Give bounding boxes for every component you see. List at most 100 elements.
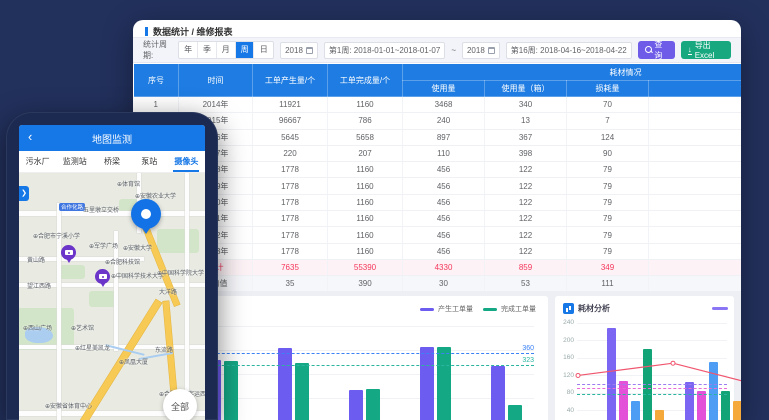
map-label: 黄山路 [27, 255, 45, 264]
road-badge: 合作化路 [59, 203, 85, 211]
year-from-value: 2018 [285, 46, 303, 55]
selected-camera-pin[interactable] [131, 199, 161, 237]
consumable-chart-title-text: 耗材分析 [578, 303, 610, 314]
table-total-row: 合计763555390433085934933 [134, 259, 742, 275]
table-average-row: 平均值35390305311114 [134, 276, 742, 291]
table-cell: 122 [485, 211, 567, 227]
sub-header-1: 使用量 [403, 81, 485, 97]
export-button-label: 导出Excel [695, 40, 724, 60]
phone-tab-桥梁[interactable]: 桥梁 [93, 151, 130, 172]
trend-line [577, 319, 741, 420]
axis-tick-label: 200 [556, 337, 574, 344]
table-cell: 7 [567, 113, 649, 129]
reference-line-label: 323 [522, 357, 534, 364]
table-cell: 1160 [328, 178, 403, 194]
table-cell: 1160 [328, 194, 403, 210]
table-body: 12014年11921116034683407025022015年9666778… [134, 97, 742, 292]
legend-mark [420, 308, 434, 311]
table-row: 72020年177811604561227967 [134, 194, 742, 210]
phone-tab-bar: 污水厂监测站桥梁泵站摄像头 [19, 151, 205, 173]
period-label: 统计周期: [143, 39, 172, 61]
map-label: 东流路 [155, 345, 173, 354]
phone-tab-泵站[interactable]: 泵站 [131, 151, 168, 172]
export-excel-button[interactable]: ↓ 导出Excel [681, 41, 731, 59]
table-cell: 67 [649, 227, 742, 243]
map-canvas[interactable]: 合作化路 ⊕体育馆⊕安徽农业大学五里墩立交桥⊕合肥市宁溪小学⊕军学广场⊕安徽大学… [19, 173, 205, 420]
table-cell: 14 [649, 276, 742, 291]
year-from-select[interactable]: 2018 [280, 42, 318, 59]
table-cell: 2014年 [179, 97, 253, 113]
table-cell: 1778 [253, 194, 328, 210]
phone-app-header: ‹ 地图监测 [19, 125, 205, 151]
reference-line-label: 360 [522, 345, 534, 352]
map-park-area [157, 229, 199, 253]
table-cell: 53 [485, 276, 567, 291]
camera-pin[interactable] [61, 245, 76, 264]
table-row: 42017年2202071103989019 [134, 145, 742, 161]
camera-pin[interactable] [95, 269, 110, 288]
table-cell: 390 [328, 276, 403, 291]
week-from-value: 第1周: 2018-01-01~2018-01-07 [329, 45, 440, 56]
table-cell: 349 [567, 259, 649, 275]
panel-expand-button[interactable]: ❯ [19, 186, 29, 201]
period-option[interactable]: 季 [198, 42, 217, 58]
table-row: 12014年119211160346834070250 [134, 97, 742, 113]
legend-label: 产生工单量 [438, 304, 473, 314]
table-cell: 398 [485, 145, 567, 161]
table-cell: 5645 [253, 129, 328, 145]
period-option[interactable]: 日 [254, 42, 273, 58]
map-label: 望江西路 [27, 281, 51, 290]
year-to-select[interactable]: 2018 [462, 42, 500, 59]
consumable-legend-stub[interactable] [712, 307, 728, 310]
period-option[interactable]: 周 [236, 42, 255, 58]
phone-tab-摄像头[interactable]: 摄像头 [168, 151, 205, 172]
back-chevron-icon[interactable]: ‹ [28, 129, 32, 144]
table-cell: 124 [567, 129, 649, 145]
table-cell: 456 [403, 162, 485, 178]
query-button-label: 查询 [654, 39, 667, 61]
report-table: 序号 时间 工单产生量/个 工单完成量/个 耗材情况 使用量 使用量（箱） 损耗… [133, 63, 741, 291]
table-cell: 11921 [253, 97, 328, 113]
download-icon: ↓ [688, 46, 692, 55]
table-row: 32016年56455658897367124129 [134, 129, 742, 145]
map-label: ⊕凤凰大厦 [119, 357, 148, 366]
table-row: 22015年96667786240137690 [134, 113, 742, 129]
table-cell: 122 [485, 178, 567, 194]
map-road [185, 173, 189, 420]
query-button[interactable]: 查询 [638, 41, 675, 59]
table-cell: 129 [649, 129, 742, 145]
table-cell: 897 [403, 129, 485, 145]
table-cell: 70 [567, 97, 649, 113]
col-header-created: 工单产生量/个 [253, 64, 328, 97]
show-all-button[interactable]: 全部 [163, 389, 197, 420]
table-cell: 1160 [328, 227, 403, 243]
legend-label: 完成工单量 [501, 304, 536, 314]
phone-tab-监测站[interactable]: 监测站 [56, 151, 93, 172]
legend-item[interactable]: 产生工单量 [420, 304, 473, 314]
table-cell: 122 [485, 162, 567, 178]
chart-bar [349, 390, 363, 420]
period-segments: 年季月周日 [178, 41, 274, 59]
table-cell: 1160 [328, 97, 403, 113]
period-option[interactable]: 月 [217, 42, 236, 58]
table-cell: 30 [403, 276, 485, 291]
workorder-chart-legend: 产生工单量 完成工单量 [420, 304, 536, 314]
period-option[interactable]: 年 [179, 42, 198, 58]
week-from-input[interactable]: 第1周: 2018-01-01~2018-01-07 [324, 42, 445, 59]
map-label: ⊕合肥科技馆 [105, 257, 140, 266]
map-label: ⊕军学广场 [89, 241, 118, 250]
filter-bar: 统计周期: 年季月周日 2018 第1周: 2018-01-01~2018-01… [133, 37, 741, 63]
chart-icon [563, 303, 574, 314]
sub-header-4: 余量 [649, 81, 742, 97]
table-cell: 79 [567, 162, 649, 178]
table-cell: 220 [253, 145, 328, 161]
legend-item[interactable]: 完成工单量 [483, 304, 536, 314]
week-to-input[interactable]: 第16周: 2018-04-16~2018-04-22 [506, 42, 632, 59]
phone-page-title: 地图监测 [92, 131, 132, 146]
map-label: 五里墩立交桥 [83, 205, 119, 214]
col-header-time: 时间 [179, 64, 253, 97]
phone-tab-污水厂[interactable]: 污水厂 [19, 151, 56, 172]
table-cell: 859 [485, 259, 567, 275]
table-cell: 786 [328, 113, 403, 129]
chart-bar [508, 405, 522, 420]
